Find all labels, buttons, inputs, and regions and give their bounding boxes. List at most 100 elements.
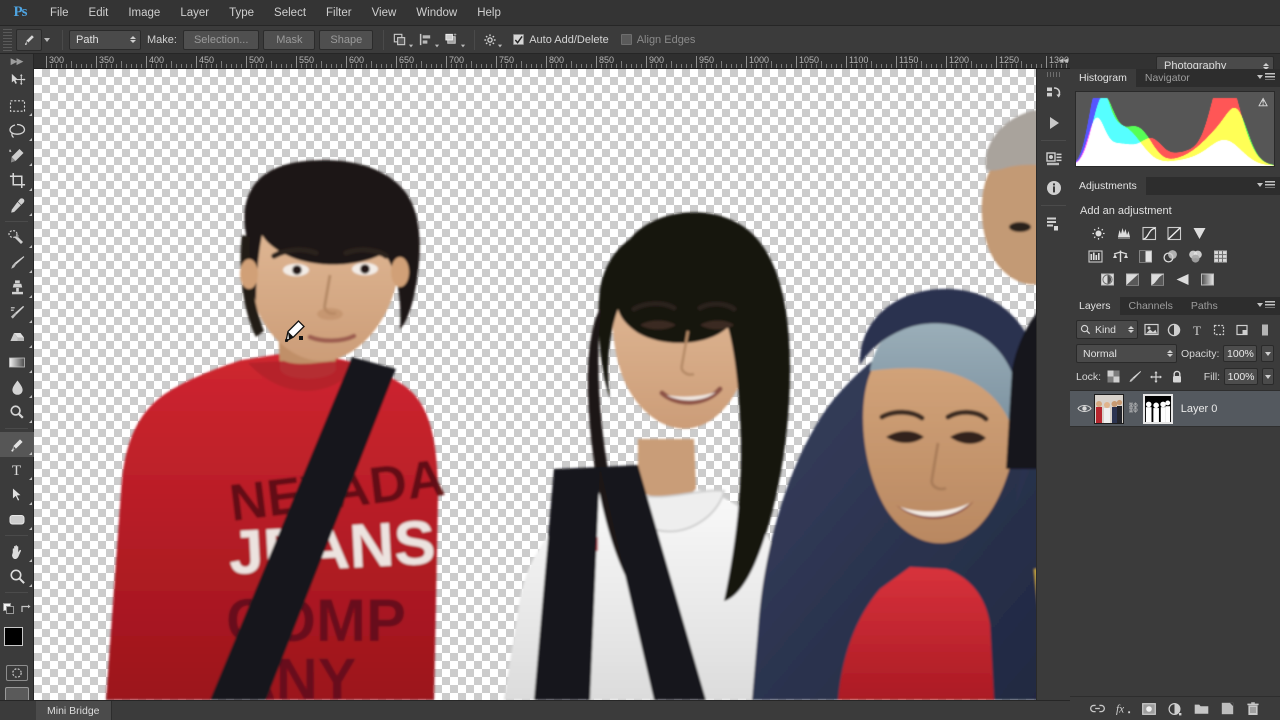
layer-mask-link-icon[interactable]: ⛓	[1127, 403, 1140, 414]
brush-tool[interactable]	[0, 250, 34, 275]
dodge-tool[interactable]	[0, 400, 34, 425]
history-brush-tool[interactable]	[0, 300, 34, 325]
lock-all-icon[interactable]	[1169, 368, 1186, 385]
blend-mode-stepper[interactable]	[1166, 350, 1173, 357]
blur-tool[interactable]	[0, 375, 34, 400]
horizontal-type-tool[interactable]: T	[0, 457, 34, 482]
invert-icon[interactable]	[1097, 270, 1118, 288]
clone-stamp-tool[interactable]	[0, 275, 34, 300]
tools-panel-collapse[interactable]: ▶▶	[0, 54, 33, 68]
link-layers-icon[interactable]	[1089, 701, 1105, 716]
layer-name[interactable]: Layer 0	[1181, 403, 1218, 415]
quick-mask-icon[interactable]	[5, 665, 28, 681]
filter-smart-object-icon[interactable]	[1233, 320, 1252, 339]
pen-tool[interactable]	[0, 432, 34, 457]
path-alignment-icon[interactable]	[416, 29, 440, 51]
posterize-icon[interactable]	[1122, 270, 1143, 288]
opacity-slider-chevron-icon[interactable]	[1261, 345, 1274, 362]
history-icon[interactable]	[1037, 79, 1071, 108]
edit-toolbar-row[interactable]	[0, 596, 34, 621]
tab-navigator[interactable]: Navigator	[1136, 69, 1199, 87]
gradient-map-icon[interactable]	[1197, 270, 1218, 288]
canvas-area[interactable]: NEVADA JEANS COMP ANY EST. 1996	[34, 69, 1070, 700]
gradient-tool[interactable]	[0, 350, 34, 375]
histogram-panel-menu-icon[interactable]	[1257, 73, 1275, 80]
exposure-icon[interactable]	[1164, 224, 1185, 242]
make-shape-button[interactable]: Shape	[319, 29, 374, 50]
move-tool[interactable]	[0, 68, 34, 93]
menu-view[interactable]: View	[362, 0, 407, 26]
tab-channels[interactable]: Channels	[1120, 297, 1182, 315]
options-bar-grip[interactable]	[3, 28, 12, 51]
threshold-icon[interactable]	[1147, 270, 1168, 288]
new-group-icon[interactable]	[1194, 701, 1209, 716]
layers-panel-menu-icon[interactable]	[1257, 301, 1275, 308]
menu-window[interactable]: Window	[406, 0, 467, 26]
make-selection-button[interactable]: Selection...	[182, 29, 260, 50]
lock-transparent-pixels-icon[interactable]	[1105, 368, 1122, 385]
new-layer-icon[interactable]	[1220, 701, 1235, 716]
brightness-contrast-icon[interactable]	[1089, 224, 1110, 242]
blend-mode-select[interactable]: Normal	[1076, 344, 1177, 363]
styles-icon[interactable]	[1037, 209, 1071, 238]
filter-toggle-icon[interactable]	[1255, 320, 1274, 339]
tool-preset-chevron-icon[interactable]	[44, 37, 50, 42]
lock-image-pixels-icon[interactable]	[1126, 368, 1143, 385]
fill-slider-chevron-icon[interactable]	[1262, 368, 1275, 385]
menu-layer[interactable]: Layer	[170, 0, 219, 26]
quick-selection-tool[interactable]	[0, 143, 34, 168]
opacity-value[interactable]: 100%	[1223, 345, 1258, 362]
filter-type-icon[interactable]: T	[1187, 320, 1206, 339]
align-edges-checkbox[interactable]: Align Edges	[620, 34, 708, 46]
filter-shape-icon[interactable]	[1210, 320, 1229, 339]
path-arrangement-icon[interactable]: +	[442, 29, 466, 51]
dock-grip[interactable]	[1037, 69, 1070, 79]
info-icon[interactable]	[1037, 173, 1071, 202]
black-white-icon[interactable]	[1135, 247, 1156, 265]
lasso-tool[interactable]	[0, 118, 34, 143]
adjustments-panel-menu-icon[interactable]	[1257, 181, 1275, 188]
rounded-rectangle-tool[interactable]	[0, 507, 34, 532]
layer-filter-stepper[interactable]	[1128, 326, 1134, 333]
filter-pixel-icon[interactable]	[1142, 320, 1161, 339]
menu-file[interactable]: File	[40, 0, 79, 26]
layer-style-fx-icon[interactable]: fx	[1116, 701, 1131, 716]
filter-adjustment-icon[interactable]	[1165, 320, 1184, 339]
tab-layers[interactable]: Layers	[1070, 297, 1120, 315]
foreground-color-swatch[interactable]	[4, 627, 23, 646]
selective-color-icon[interactable]	[1172, 270, 1193, 288]
vibrance-icon[interactable]	[1189, 224, 1210, 242]
eyedropper-tool[interactable]	[0, 193, 34, 218]
histogram-graph[interactable]: ⚠	[1075, 91, 1275, 167]
hue-saturation-icon[interactable]	[1085, 247, 1106, 265]
photo-filter-icon[interactable]	[1160, 247, 1181, 265]
actions-play-icon[interactable]	[1037, 108, 1071, 137]
layer-mask-thumbnail[interactable]	[1142, 393, 1173, 424]
menu-image[interactable]: Image	[118, 0, 170, 26]
table-row[interactable]: ⛓ Layer 0	[1070, 391, 1280, 427]
color-swatches[interactable]	[0, 625, 35, 659]
layer-visibility-eye-icon[interactable]	[1074, 403, 1094, 414]
delete-layer-icon[interactable]	[1246, 701, 1261, 716]
pen-tool-icon[interactable]	[16, 28, 42, 51]
levels-icon[interactable]	[1114, 224, 1135, 242]
menu-filter[interactable]: Filter	[316, 0, 362, 26]
new-adjustment-layer-icon[interactable]	[1168, 701, 1183, 716]
rectangular-marquee-tool[interactable]	[0, 93, 34, 118]
hand-tool[interactable]	[0, 539, 34, 564]
tab-histogram[interactable]: Histogram	[1070, 69, 1136, 87]
channel-mixer-icon[interactable]	[1185, 247, 1206, 265]
gear-icon[interactable]	[481, 29, 505, 51]
properties-icon[interactable]	[1037, 144, 1071, 173]
horizontal-ruler[interactable]: 300 350 400 450 500 550 600 650 700 750 800 850 900 9…	[34, 54, 1070, 69]
layer-thumbnail[interactable]	[1094, 393, 1124, 424]
eraser-tool[interactable]	[0, 325, 34, 350]
mini-bridge-tab[interactable]: Mini Bridge	[36, 700, 112, 720]
make-mask-button[interactable]: Mask	[263, 29, 316, 50]
path-mode-select[interactable]: Path	[69, 29, 141, 50]
cached-data-warning-icon[interactable]: ⚠	[1258, 96, 1268, 109]
curves-icon[interactable]	[1139, 224, 1160, 242]
path-mode-stepper[interactable]	[130, 36, 136, 43]
menu-edit[interactable]: Edit	[79, 0, 119, 26]
path-selection-tool[interactable]	[0, 482, 34, 507]
